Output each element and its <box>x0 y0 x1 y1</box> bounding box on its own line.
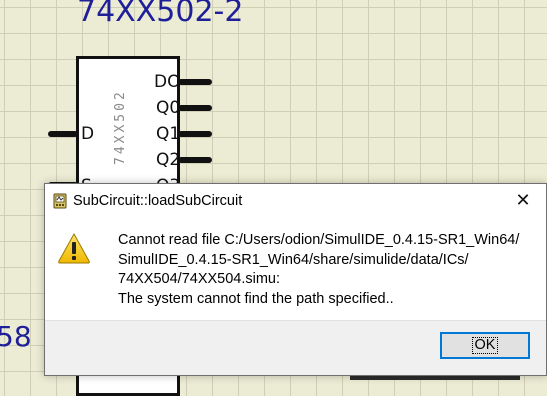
message-line: SimulIDE_0.4.15-SR1_Win64/share/simulide… <box>118 251 469 268</box>
dialog-footer: OK <box>45 320 546 375</box>
close-button[interactable]: ✕ <box>500 184 546 217</box>
warning-icon <box>57 232 91 264</box>
error-dialog: SubCircuit::loadSubCircuit ✕ Cannot read… <box>44 183 547 376</box>
ok-button-label: OK <box>471 337 499 354</box>
pin-do-line[interactable] <box>178 79 212 85</box>
simulide-app-icon <box>52 193 68 209</box>
dialog-title: SubCircuit::loadSubCircuit <box>73 193 243 209</box>
pin-q2-line[interactable] <box>178 157 212 163</box>
dialog-content: Cannot read file C:/Users/odion/SimulIDE… <box>45 218 546 322</box>
side-component-label: 58 <box>0 320 32 353</box>
pin-q0-label: Q0 <box>156 98 181 118</box>
pin-q2-label: Q2 <box>156 150 181 170</box>
message-line: 74XX504/74XX504.simu: <box>118 271 281 287</box>
dialog-message: Cannot read file C:/Users/odion/SimulIDE… <box>118 231 538 309</box>
pin-d-line[interactable] <box>48 131 78 137</box>
ok-button[interactable]: OK <box>440 332 530 359</box>
pin-q0-line[interactable] <box>178 105 212 111</box>
close-icon: ✕ <box>515 190 531 210</box>
chip-title: 74XX502-2 <box>77 0 244 29</box>
chip-vertical-label: 74XX502 <box>113 89 128 165</box>
message-line: The system cannot find the path specifie… <box>118 290 394 307</box>
message-line: Cannot read file C:/Users/odion/SimulIDE… <box>118 232 520 248</box>
pin-q1-label: Q1 <box>156 124 181 144</box>
pin-q1-line[interactable] <box>178 131 212 137</box>
dialog-titlebar[interactable]: SubCircuit::loadSubCircuit ✕ <box>45 184 546 218</box>
pin-do-label: DO <box>154 72 181 92</box>
pin-d-label: D <box>81 124 95 144</box>
